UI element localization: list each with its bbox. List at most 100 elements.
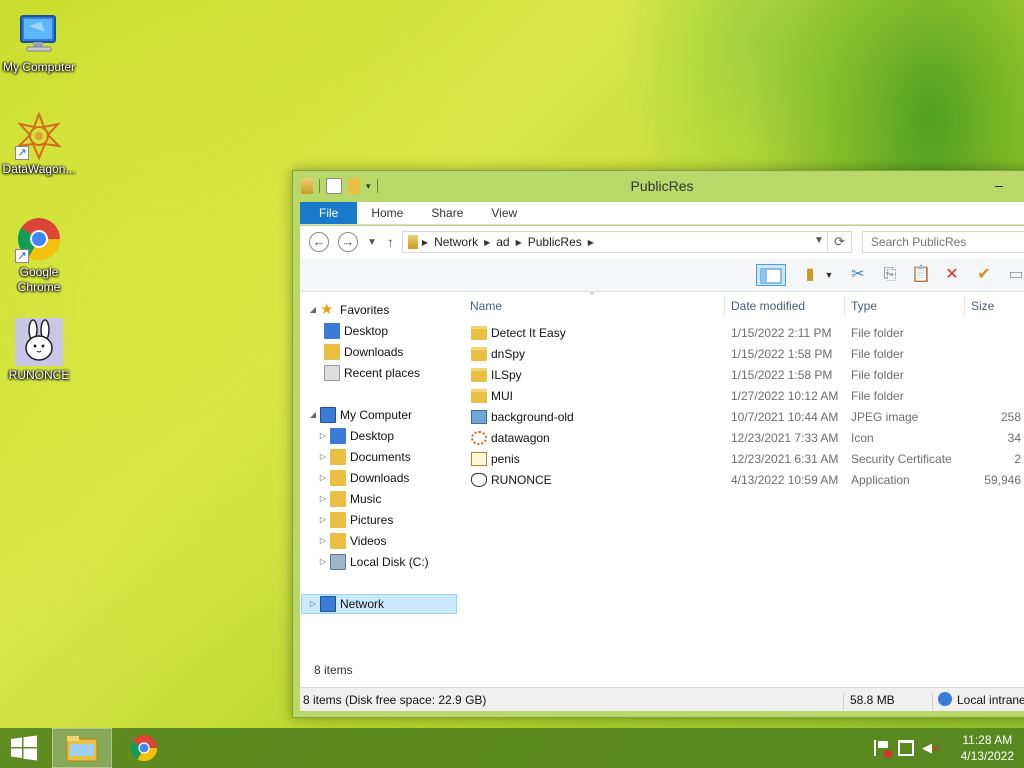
tab-file[interactable]: File — [300, 202, 358, 224]
desktop-icon-datawagon[interactable]: ↗ DataWagon... — [0, 111, 78, 177]
expand-arrow-icon[interactable]: ▷ — [318, 552, 328, 572]
expand-arrow-icon[interactable]: ▷ — [318, 531, 328, 551]
collapse-arrow-icon[interactable]: ◢ — [308, 300, 318, 320]
back-button[interactable]: ← — [309, 232, 329, 252]
title-bar[interactable]: ▾ PublicRes – — [293, 171, 1024, 201]
breadcrumb-separator-icon[interactable]: ▶ — [588, 238, 594, 247]
nav-my-computer[interactable]: ◢ My Computer — [308, 405, 412, 425]
folder-icon — [471, 326, 487, 340]
minimize-button[interactable]: – — [987, 175, 1011, 195]
nav-computer-videos[interactable]: ▷ Videos — [318, 531, 386, 551]
file-row[interactable]: datawagon 12/23/2021 7:33 AM Icon 34 — [466, 428, 1024, 449]
expand-arrow-icon[interactable]: ▷ — [308, 594, 318, 614]
column-divider[interactable] — [724, 296, 725, 316]
preview-pane-button[interactable] — [756, 264, 786, 286]
collapse-arrow-icon[interactable]: ◢ — [308, 405, 318, 425]
breadcrumb-ad[interactable]: ad — [496, 235, 509, 249]
file-row[interactable]: RUNONCE 4/13/2022 10:59 AM Application 5… — [466, 470, 1024, 491]
expand-arrow-icon[interactable]: ▷ — [318, 510, 328, 530]
system-clock[interactable]: 11:28 AM 4/13/2022 — [961, 732, 1014, 764]
column-header-date[interactable]: Date modified — [731, 296, 805, 316]
delete-icon[interactable]: ✕ — [940, 264, 964, 286]
file-row[interactable]: penis 12/23/2021 6:31 AM Security Certif… — [466, 449, 1024, 470]
expand-arrow-icon[interactable]: ▷ — [318, 489, 328, 509]
file-row[interactable]: background-old 10/7/2021 10:44 AM JPEG i… — [466, 407, 1024, 428]
taskbar-google-chrome[interactable] — [114, 728, 174, 768]
forward-button[interactable]: → — [338, 232, 358, 252]
breadcrumb-separator-icon[interactable]: ▶ — [422, 238, 428, 247]
expand-arrow-icon[interactable]: ▷ — [318, 447, 328, 467]
nav-computer-music[interactable]: ▷ Music — [318, 489, 381, 509]
properties-icon[interactable] — [326, 178, 342, 194]
folder-options-dropdown-icon[interactable]: ▼ — [822, 264, 836, 286]
folder-options-icon[interactable]: ▮ — [798, 264, 822, 286]
window-title: PublicRes — [630, 178, 694, 194]
windows-logo-icon — [11, 735, 37, 761]
nav-favorites-downloads[interactable]: Downloads — [322, 342, 403, 362]
up-button[interactable]: ↑ — [387, 234, 394, 250]
column-divider[interactable] — [964, 296, 965, 316]
recent-locations-button[interactable]: ▼ — [367, 237, 377, 248]
nav-computer-pictures[interactable]: ▷ Pictures — [318, 510, 393, 530]
desktop-icon-label: Google Chrome — [17, 265, 61, 294]
nav-computer-local-disk[interactable]: ▷ Local Disk (C:) — [318, 552, 429, 572]
start-button[interactable] — [0, 728, 48, 768]
file-type: Security Certificate — [851, 452, 952, 466]
address-bar[interactable]: ▶ Network ▶ ad ▶ PublicRes ▶ ▼ — [401, 231, 828, 253]
column-header-size[interactable]: Size — [971, 296, 994, 316]
file-type: Application — [851, 473, 910, 487]
application-icon — [471, 473, 487, 487]
desktop-icon-my-computer[interactable]: My Computer — [0, 10, 78, 75]
column-divider[interactable] — [844, 296, 845, 316]
command-toolbar: ▮ ▼ ✂ ⎘ 📋 ✕ ✔ ▭ — [300, 258, 1024, 292]
file-row[interactable]: dnSpy 1/15/2022 1:58 PM File folder — [466, 344, 1024, 365]
certificate-icon — [471, 452, 487, 466]
file-name: MUI — [491, 389, 513, 403]
desktop-icon-runonce[interactable]: RUNONCE — [0, 318, 78, 383]
refresh-button[interactable]: ⟳ — [827, 231, 852, 253]
tab-share[interactable]: Share — [417, 202, 477, 224]
file-size: 59,946 — [984, 473, 1021, 487]
desktop-icon-google-chrome[interactable]: ↗ Google Chrome — [0, 215, 78, 295]
breadcrumb-publicres[interactable]: PublicRes — [528, 235, 582, 249]
nav-network[interactable]: ▷ Network — [301, 594, 457, 614]
tab-view[interactable]: View — [477, 202, 531, 224]
search-input[interactable] — [861, 231, 1024, 253]
nav-favorites-recent-places[interactable]: Recent places — [322, 363, 420, 383]
taskbar-file-explorer[interactable] — [52, 728, 112, 768]
volume-muted-icon[interactable]: ◀✕ — [922, 740, 940, 756]
nav-computer-documents[interactable]: ▷ Documents — [318, 447, 411, 467]
more-commands-icon[interactable]: ▭ — [1004, 264, 1024, 286]
rename-icon[interactable]: ✔ — [972, 264, 996, 286]
file-name: Detect It Easy — [491, 326, 566, 340]
file-row[interactable]: Detect It Easy 1/15/2022 2:11 PM File fo… — [466, 323, 1024, 344]
new-folder-icon[interactable] — [348, 178, 360, 194]
network-drive-icon[interactable] — [301, 178, 313, 194]
nav-computer-downloads[interactable]: ▷ Downloads — [318, 468, 409, 488]
file-size: 2 — [1014, 452, 1021, 466]
breadcrumb-separator-icon[interactable]: ▶ — [516, 238, 522, 247]
file-date: 1/15/2022 2:11 PM — [731, 326, 832, 340]
network-status-icon[interactable] — [898, 740, 914, 756]
address-dropdown-icon[interactable]: ▼ — [814, 235, 824, 246]
copy-icon[interactable]: ⎘ — [878, 264, 902, 286]
breadcrumb-network[interactable]: Network — [434, 235, 478, 249]
file-row[interactable]: ILSpy 1/15/2022 1:58 PM File folder — [466, 365, 1024, 386]
nav-favorites[interactable]: ◢ ★ Favorites — [308, 300, 389, 320]
quick-access-toolbar: ▾ — [293, 178, 378, 194]
tab-home[interactable]: Home — [357, 202, 417, 224]
expand-arrow-icon[interactable]: ▷ — [318, 426, 328, 446]
chrome-icon: ↗ — [15, 215, 63, 263]
nav-computer-desktop[interactable]: ▷ Desktop — [318, 426, 394, 446]
column-header-name[interactable]: Name — [470, 296, 502, 316]
expand-arrow-icon[interactable]: ▷ — [318, 468, 328, 488]
sort-indicator-icon: ^ — [590, 291, 594, 300]
nav-favorites-desktop[interactable]: Desktop — [322, 321, 388, 341]
cut-icon[interactable]: ✂ — [846, 264, 870, 286]
action-center-flag-icon[interactable] — [874, 740, 892, 758]
column-header-type[interactable]: Type — [851, 296, 877, 316]
paste-icon[interactable]: 📋 — [909, 264, 933, 286]
qat-dropdown-icon[interactable]: ▾ — [366, 181, 371, 192]
file-row[interactable]: MUI 1/27/2022 10:12 AM File folder — [466, 386, 1024, 407]
breadcrumb-separator-icon[interactable]: ▶ — [484, 238, 490, 247]
